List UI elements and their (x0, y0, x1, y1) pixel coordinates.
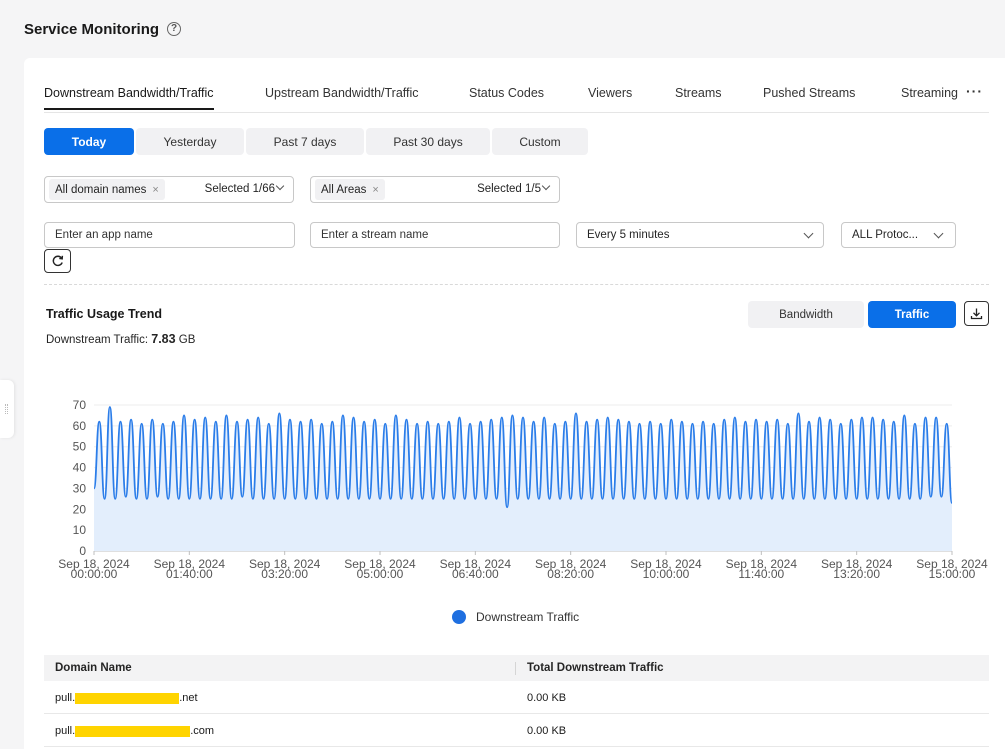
table-row: pull. .net 0.00 KB (44, 681, 989, 714)
domain-traffic-table: Domain Name Total Downstream Traffic pul… (44, 655, 989, 747)
question-circle-icon[interactable]: ? (167, 22, 182, 36)
column-header-domain: Domain Name (55, 662, 132, 674)
y-tick-label: 70 (73, 398, 87, 412)
traffic-cell: 0.00 KB (527, 725, 567, 737)
table-row: pull. .com 0.00 KB (44, 714, 989, 747)
y-tick-label: 40 (73, 461, 87, 475)
monitoring-card: Downstream Bandwidth/Traffic Upstream Ba… (24, 58, 1005, 749)
x-tick-label: 05:00:00 (357, 567, 404, 581)
column-header-traffic: Total Downstream Traffic (527, 662, 664, 674)
chart-legend[interactable]: Downstream Traffic (452, 610, 579, 624)
x-tick-label: 11:40:00 (738, 567, 784, 581)
traffic-cell: 0.00 KB (527, 692, 567, 704)
y-tick-label: 0 (79, 544, 86, 558)
x-tick-label: 10:00:00 (643, 567, 690, 581)
x-tick-label: 08:20:00 (547, 567, 594, 581)
x-tick-label: 00:00:00 (71, 567, 118, 581)
y-tick-label: 10 (73, 523, 87, 537)
page-title: Service Monitoring (24, 20, 160, 38)
domain-cell: pull. .com (55, 725, 215, 737)
x-tick-label: 06:40:00 (452, 567, 499, 581)
y-tick-label: 20 (73, 502, 87, 516)
y-tick-label: 50 (73, 440, 87, 454)
x-tick-label: 01:40:00 (166, 567, 213, 581)
redacted-block (75, 692, 180, 704)
redacted-block (75, 725, 191, 737)
table-header: Domain Name Total Downstream Traffic (44, 655, 989, 681)
x-tick-label: 15:00:00 (929, 567, 976, 581)
legend-label: Downstream Traffic (476, 610, 580, 624)
x-tick-label: 13:20:00 (833, 567, 880, 581)
x-tick-label: 03:20:00 (261, 567, 308, 581)
sidebar-collapse-handle[interactable] (0, 380, 14, 438)
y-tick-label: 30 (73, 481, 87, 495)
page-header: Service Monitoring ? (24, 14, 182, 44)
domain-cell: pull. .net (55, 692, 198, 704)
traffic-trend-chart: 010203040506070 Sep 18, 202400:00:00Sep … (58, 398, 988, 581)
y-tick-label: 60 (73, 419, 87, 433)
legend-marker (452, 610, 466, 624)
